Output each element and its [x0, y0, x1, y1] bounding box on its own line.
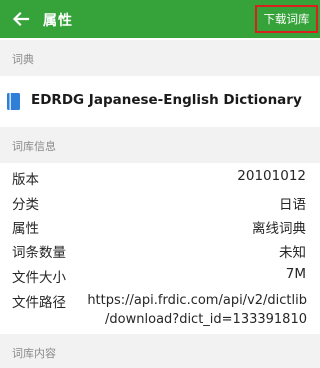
- section-header-dictionary: 词典: [0, 40, 320, 76]
- download-dictionary-button[interactable]: 下载词库: [255, 5, 318, 33]
- back-button[interactable]: [6, 4, 36, 34]
- version-value: 20101012: [237, 168, 306, 184]
- file-path-label: 文件路径: [12, 295, 66, 311]
- entries-value: 未知: [279, 245, 306, 261]
- section-header-library-content: 词库内容: [0, 334, 320, 368]
- arrow-left-icon: [12, 11, 30, 27]
- page-title: 属性: [43, 13, 73, 29]
- section-header-label: 词库内容: [12, 347, 56, 360]
- book-icon: [7, 93, 20, 110]
- attribute-value: 离线词典: [252, 221, 306, 237]
- dictionary-name: EDRDG Japanese-English Dictionary: [31, 92, 302, 108]
- file-size-label: 文件大小: [12, 270, 66, 286]
- section-header-label: 词库信息: [12, 140, 56, 153]
- file-path-value[interactable]: https://api.frdic.com/api/v2/dictlib /do…: [67, 291, 307, 329]
- attribute-label: 属性: [12, 221, 39, 237]
- file-size-value: 7M: [285, 266, 306, 282]
- file-path-line-1: https://api.frdic.com/api/v2/dictlib: [87, 293, 307, 308]
- app-bar: 属性 下载词库: [0, 0, 320, 38]
- dictionary-row[interactable]: EDRDG Japanese-English Dictionary: [0, 76, 320, 127]
- version-label: 版本: [12, 172, 39, 188]
- entries-label: 词条数量: [12, 245, 66, 261]
- category-label: 分类: [12, 197, 39, 213]
- file-path-line-2: /download?dict_id=133391810: [105, 312, 307, 327]
- section-header-label: 词典: [12, 53, 34, 66]
- section-header-library-info: 词库信息: [0, 127, 320, 163]
- category-value: 日语: [279, 197, 306, 213]
